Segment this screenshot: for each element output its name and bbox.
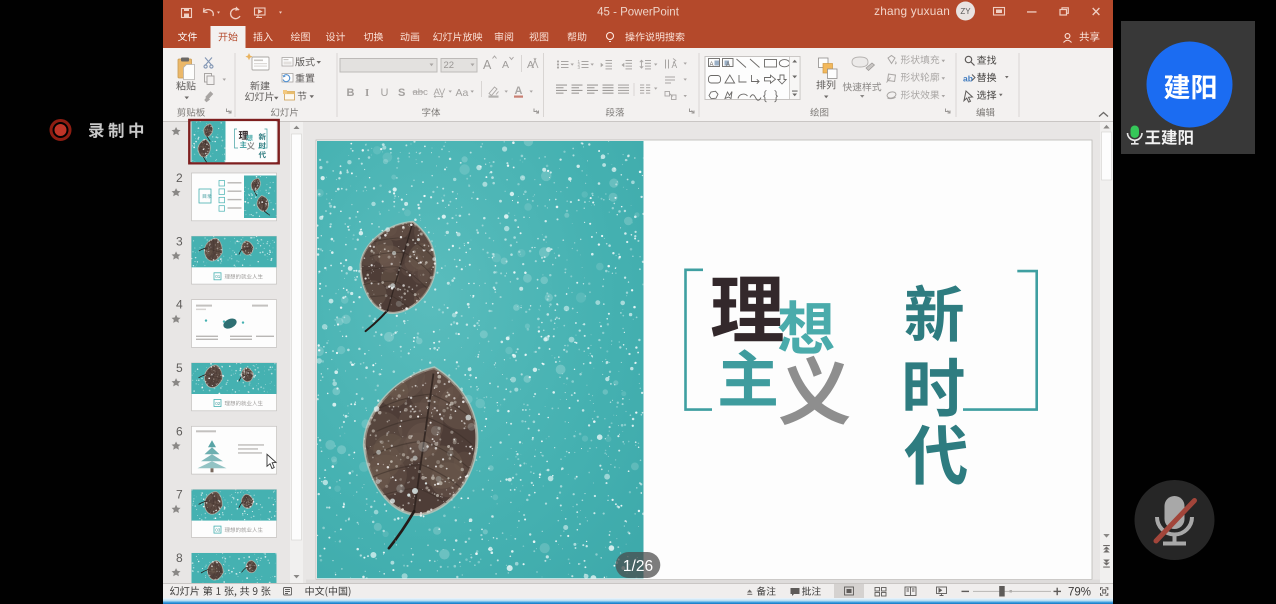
svg-text:B: B (347, 87, 355, 99)
svg-text:6: 6 (176, 424, 183, 438)
svg-text:02: 02 (215, 401, 221, 406)
svg-text:3: 3 (176, 234, 183, 248)
svg-text:4: 4 (176, 298, 183, 312)
svg-text:zhang yuxuan: zhang yuxuan (874, 4, 950, 18)
svg-text:abc: abc (413, 87, 429, 98)
svg-text:8: 8 (176, 551, 183, 565)
svg-text:A: A (483, 58, 492, 72)
svg-text:1/26: 1/26 (623, 558, 653, 575)
svg-text:45 - PowerPoint: 45 - PowerPoint (597, 6, 680, 18)
svg-text:A: A (515, 85, 523, 97)
svg-text:03: 03 (215, 527, 221, 532)
svg-text:7: 7 (176, 488, 183, 502)
svg-text:I: I (365, 87, 369, 99)
svg-text:U: U (381, 87, 389, 99)
svg-text:A: A (726, 62, 730, 68)
svg-text:ab: ab (963, 74, 973, 84)
svg-text:ZY: ZY (960, 7, 971, 16)
svg-text:5: 5 (176, 361, 183, 375)
svg-text:22: 22 (444, 60, 455, 71)
svg-text:S: S (398, 87, 405, 99)
svg-text:A: A (502, 59, 509, 71)
svg-text:Aa: Aa (456, 87, 469, 99)
svg-text:01: 01 (215, 274, 221, 279)
svg-text:79%: 79% (1068, 587, 1091, 599)
svg-text:2: 2 (176, 171, 183, 185)
svg-text:A: A (710, 62, 714, 68)
